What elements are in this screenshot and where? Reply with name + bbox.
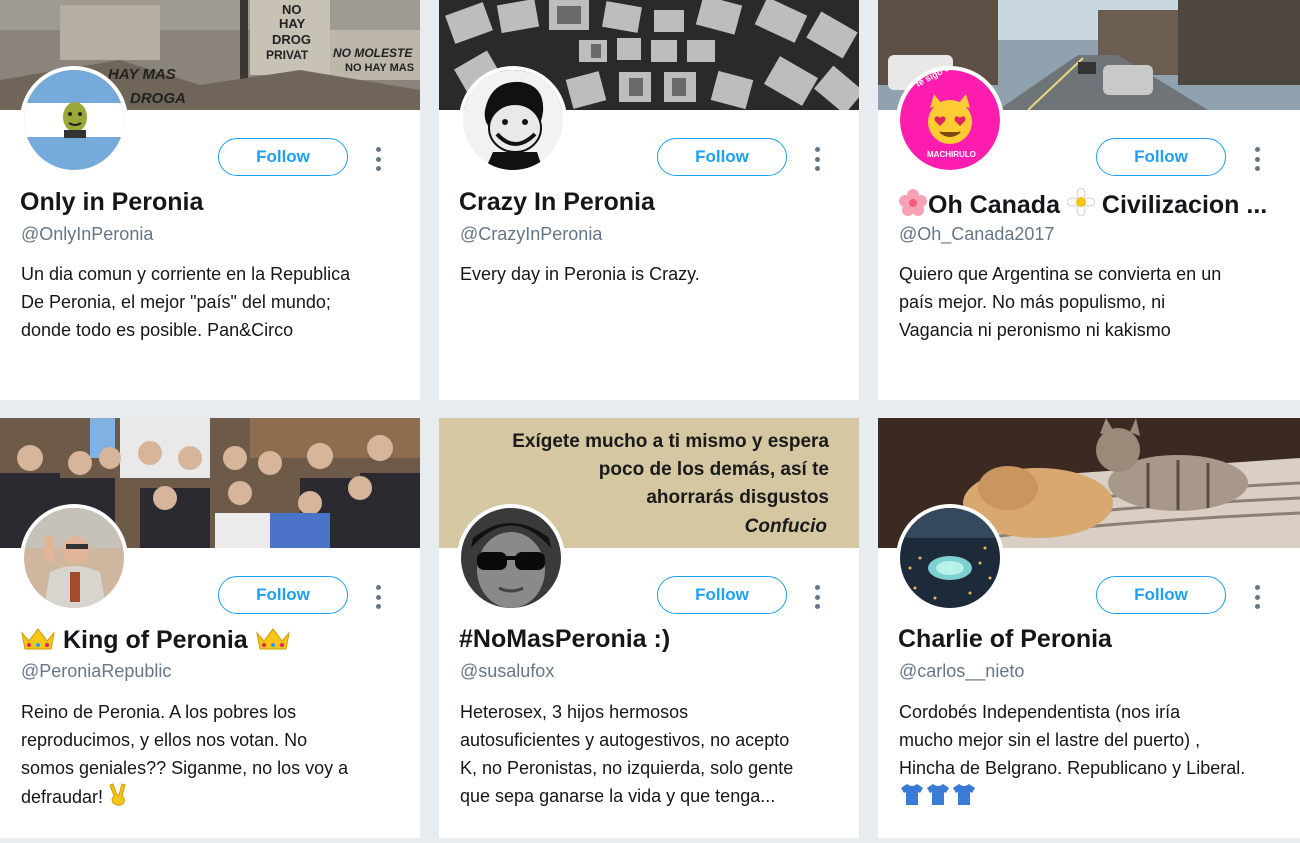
caricature-avatar bbox=[463, 70, 563, 170]
more-options-icon[interactable] bbox=[1252, 585, 1262, 609]
bio-line: país mejor. No más populismo, ni bbox=[899, 292, 1166, 312]
profile-card-only-in-peronia[interactable]: NO HAY DROG PRIVAT NO MOLESTE NO HAY MAS… bbox=[0, 0, 420, 400]
more-options-icon[interactable] bbox=[1252, 147, 1262, 171]
profile-bio: Heterosex, 3 hijos hermosos autosuficien… bbox=[460, 698, 855, 810]
quote-line: ahorrarás disgustos bbox=[646, 487, 829, 508]
profile-handle[interactable]: @carlos__nieto bbox=[899, 661, 1024, 682]
quote-line: Exígete mucho a ti mismo y espera bbox=[512, 431, 829, 452]
profile-name[interactable]: Only in Peronia bbox=[20, 188, 410, 217]
banner-graffiti-text: DROG bbox=[272, 32, 311, 47]
more-options-icon[interactable] bbox=[812, 147, 822, 171]
bio-line: K, no Peronistas, no izquierda, solo gen… bbox=[460, 758, 794, 778]
flower-icon bbox=[898, 188, 928, 223]
avatar[interactable]: te sigo eligiendo MACHIRULO bbox=[896, 66, 1004, 174]
profile-handle[interactable]: @OnlyInPeronia bbox=[21, 224, 153, 245]
bio-line: reproducimos, y ellos nos votan. No bbox=[21, 730, 308, 750]
banner-graffiti-text: NO MOLESTE bbox=[333, 46, 413, 60]
sunglasses-avatar bbox=[461, 508, 561, 608]
profile-name[interactable]: Charlie of Peronia bbox=[898, 625, 1288, 654]
bio-line: somos geniales?? Siganme, no los voy a bbox=[21, 758, 349, 778]
tshirt-icon bbox=[899, 782, 925, 814]
crown-icon bbox=[20, 625, 56, 658]
argentina-flag-avatar bbox=[24, 70, 124, 170]
bio-line: defraudar! bbox=[21, 782, 416, 814]
bio-line: Cordobés Independentista (nos iría bbox=[899, 702, 1181, 722]
bio-emoji-line bbox=[899, 782, 1294, 810]
profile-card-charlie-of-peronia[interactable]: Follow Charlie of Peronia @carlos__nieto… bbox=[878, 418, 1300, 838]
crown-icon bbox=[255, 625, 291, 658]
profile-card-oh-canada[interactable]: te sigo eligiendo MACHIRULO Follow Oh Ca… bbox=[878, 0, 1300, 400]
profile-handle[interactable]: @Oh_Canada2017 bbox=[899, 224, 1054, 245]
banner-graffiti-text: HAY bbox=[279, 16, 306, 31]
profile-bio: Reino de Peronia. A los pobres los repro… bbox=[21, 698, 416, 814]
profile-name[interactable]: Oh Canada Civilizacion ... bbox=[898, 188, 1278, 223]
elderly-man-avatar bbox=[24, 508, 124, 608]
avatar[interactable] bbox=[20, 504, 128, 612]
bio-line: autosuficientes y autogestivos, no acept… bbox=[460, 730, 790, 750]
banner-graffiti-text: PRIVAT bbox=[266, 48, 309, 62]
banner-graffiti-text: NO HAY MAS bbox=[345, 62, 415, 74]
bio-line: mucho mejor sin el lastre del puerto) , bbox=[899, 730, 1201, 750]
profile-handle[interactable]: @susalufox bbox=[460, 661, 554, 682]
banner-graffiti-text: NO bbox=[282, 2, 302, 17]
avatar-text-bottom: MACHIRULO bbox=[927, 150, 976, 159]
profile-card-nomasperonia[interactable]: Exígete mucho a ti mismo y espera poco d… bbox=[439, 418, 859, 838]
profile-handle[interactable]: @CrazyInPeronia bbox=[460, 224, 602, 245]
profile-bio: Un dia comun y corriente en la Republica… bbox=[21, 260, 416, 344]
banner-graffiti-text: DROGA bbox=[130, 90, 186, 107]
bio-line: que sepa ganarse la vida y que tenga... bbox=[460, 786, 776, 806]
follow-button[interactable]: Follow bbox=[1096, 576, 1226, 614]
follow-button[interactable]: Follow bbox=[1096, 138, 1226, 176]
bio-line: Heterosex, 3 hijos hermosos bbox=[460, 702, 689, 722]
follow-button[interactable]: Follow bbox=[657, 138, 787, 176]
quote-line: poco de los demás, así te bbox=[598, 459, 829, 480]
profile-name[interactable]: King of Peronia bbox=[20, 625, 410, 658]
bio-line: De Peronia, el mejor "país" del mundo; bbox=[21, 292, 331, 312]
bio-line: Hincha de Belgrano. Republicano y Libera… bbox=[899, 758, 1246, 778]
victory-hand-icon bbox=[108, 782, 128, 814]
profile-name-text: Oh Canada bbox=[928, 191, 1060, 219]
more-options-icon[interactable] bbox=[373, 147, 383, 171]
avatar[interactable] bbox=[457, 504, 565, 612]
avatar[interactable] bbox=[20, 66, 128, 174]
profile-bio: Cordobés Independentista (nos iría mucho… bbox=[899, 698, 1294, 810]
tshirt-icon bbox=[925, 782, 951, 814]
profile-name[interactable]: #NoMasPeronia :) bbox=[459, 625, 849, 654]
follow-button[interactable]: Follow bbox=[218, 138, 348, 176]
profile-name-text: Civilizacion ... bbox=[1101, 191, 1268, 219]
follow-button[interactable]: Follow bbox=[218, 576, 348, 614]
daisy-icon bbox=[1066, 188, 1096, 223]
more-options-icon[interactable] bbox=[812, 585, 822, 609]
profile-handle[interactable]: @PeroniaRepublic bbox=[21, 661, 171, 682]
avatar[interactable] bbox=[459, 66, 567, 174]
follow-button[interactable]: Follow bbox=[657, 576, 787, 614]
profile-card-crazy-in-peronia[interactable]: Follow Crazy In Peronia @CrazyInPeronia … bbox=[439, 0, 859, 400]
profile-name[interactable]: Crazy In Peronia bbox=[459, 188, 849, 217]
banner-graffiti-text: HAY MAS bbox=[108, 66, 176, 83]
profile-card-king-of-peronia[interactable]: Follow King of Peronia @PeroniaRepublic … bbox=[0, 418, 420, 838]
banner-quote-author: Confucio bbox=[744, 516, 827, 537]
stadium-night-avatar bbox=[900, 508, 1000, 608]
tshirt-icon bbox=[951, 782, 977, 814]
profile-name-text: King of Peronia bbox=[62, 626, 248, 654]
bio-line: Un dia comun y corriente en la Republica bbox=[21, 264, 351, 284]
more-options-icon[interactable] bbox=[373, 585, 383, 609]
bio-line: Vagancia ni peronismo ni kakismo bbox=[899, 320, 1171, 340]
bio-line: Reino de Peronia. A los pobres los bbox=[21, 702, 297, 722]
profile-bio: Every day in Peronia is Crazy. bbox=[460, 260, 855, 288]
bio-line: Every day in Peronia is Crazy. bbox=[460, 264, 700, 284]
avatar[interactable] bbox=[896, 504, 1004, 612]
profile-bio: Quiero que Argentina se convierta en un … bbox=[899, 260, 1294, 344]
banner-quote: Exígete mucho a ti mismo y espera poco d… bbox=[512, 428, 829, 512]
bio-line: Quiero que Argentina se convierta en un bbox=[899, 264, 1222, 284]
bio-line: donde todo es posible. Pan&Circo bbox=[21, 320, 294, 340]
